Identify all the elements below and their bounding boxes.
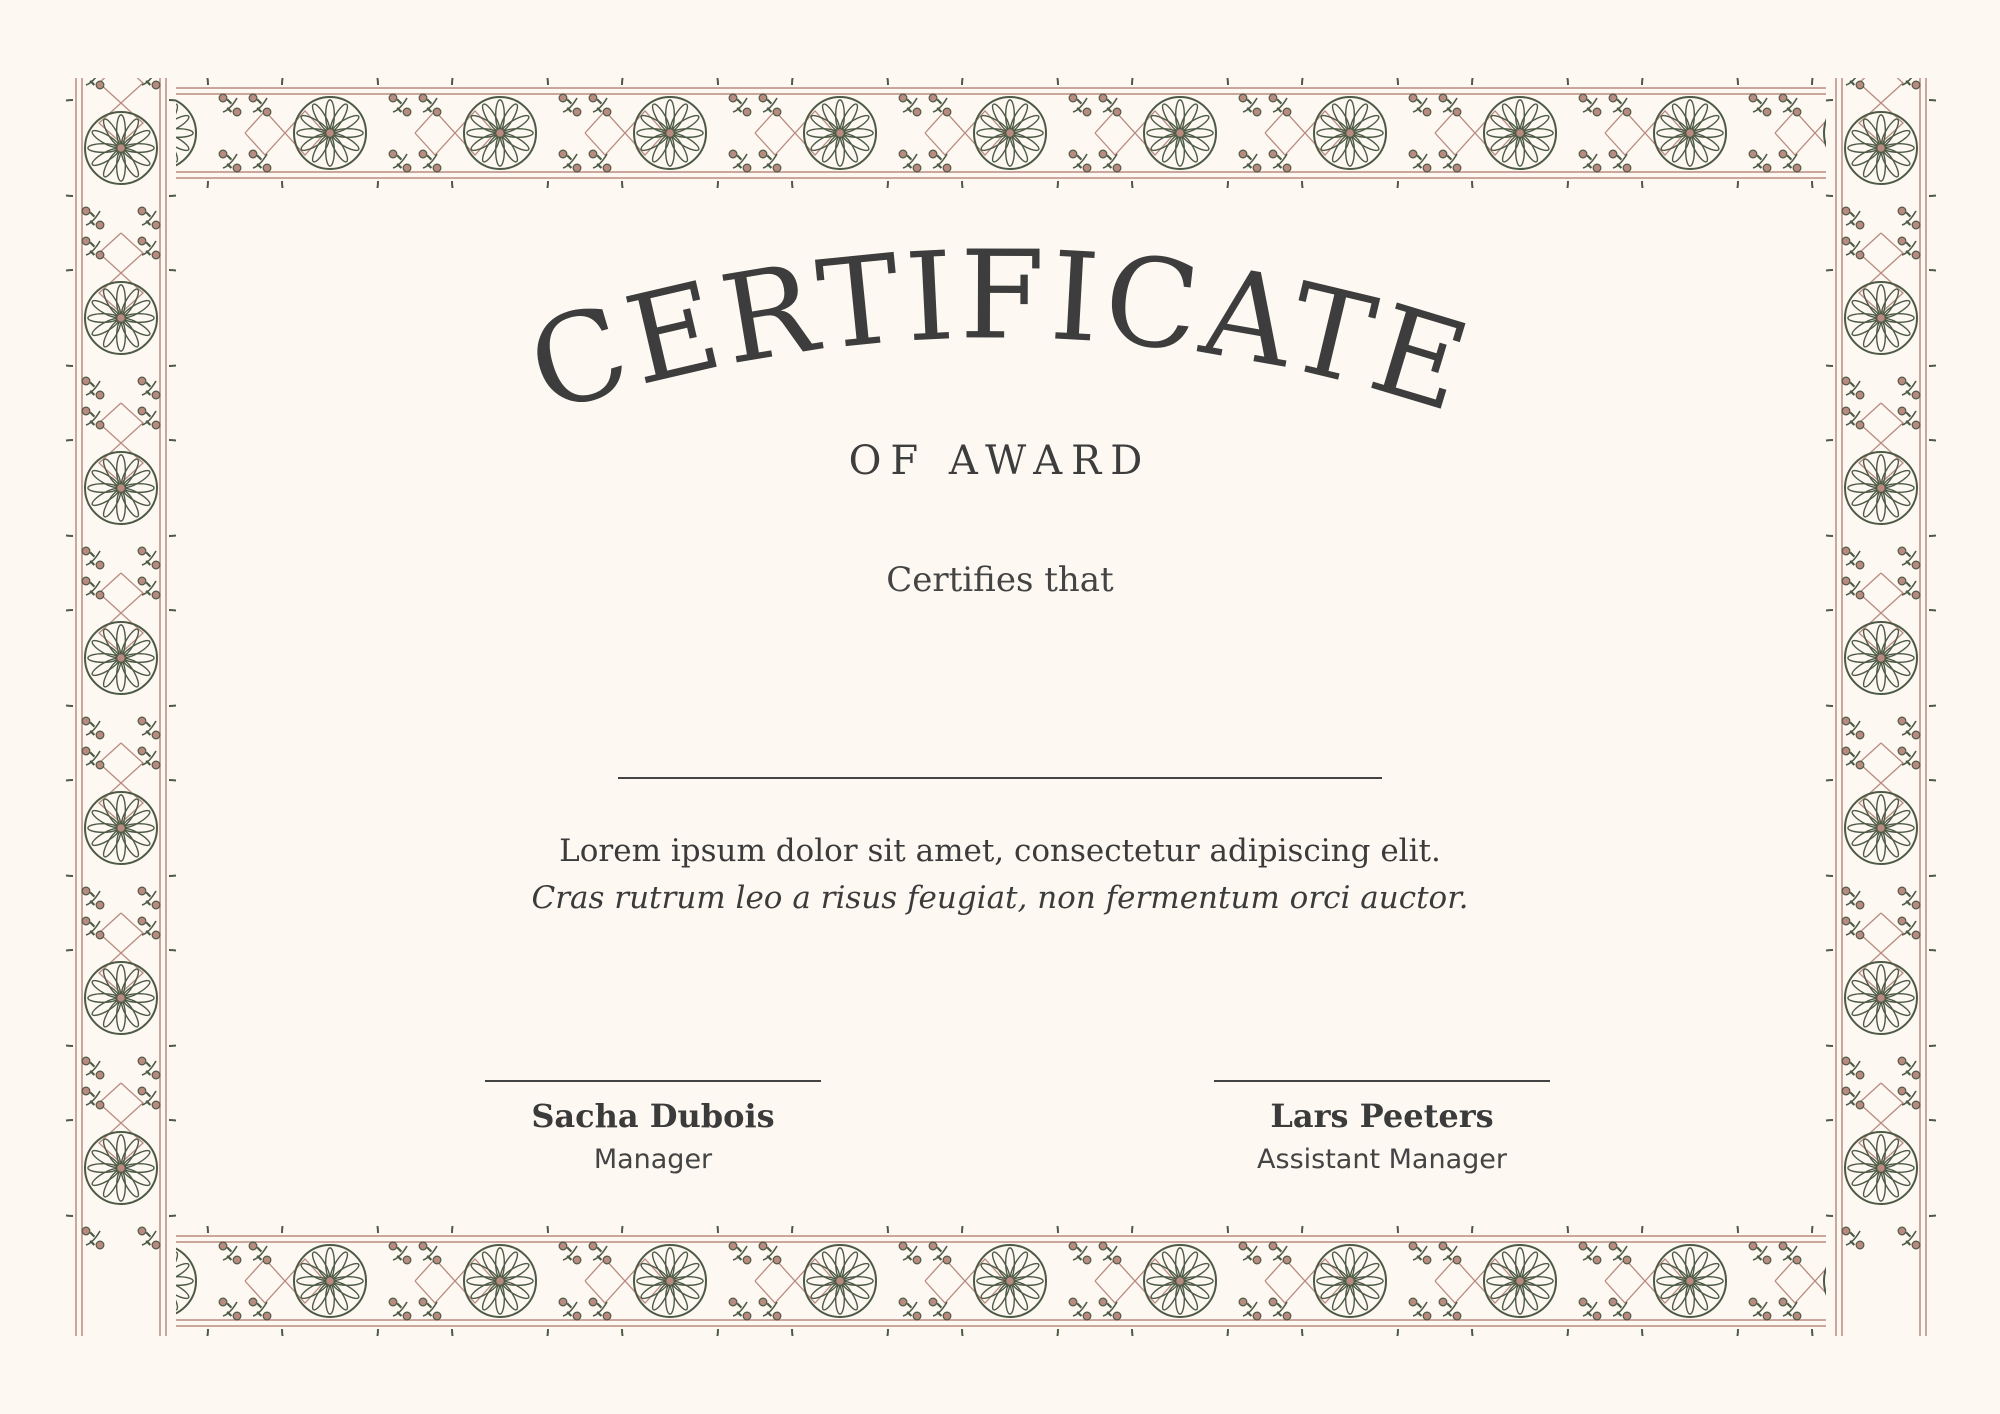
signature-block-left: Sacha Dubois Manager — [485, 1080, 821, 1182]
signature-line — [1214, 1080, 1550, 1082]
body-text-line-1: Lorem ipsum dolor sit amet, consectetur … — [559, 833, 1441, 869]
floral-border-right-icon — [1826, 78, 1936, 1336]
floral-border-left-icon — [66, 78, 176, 1336]
floral-border-top-icon — [70, 78, 1932, 188]
recipient-name-line — [618, 777, 1382, 779]
certificate-page: CERTIFICATE OF AWARD Certifies that Lore… — [0, 0, 2000, 1414]
certifies-text: Certifies that — [886, 560, 1114, 600]
certificate-title-wrap: CERTIFICATE — [400, 224, 1600, 460]
certificate-title: CERTIFICATE — [514, 230, 1487, 440]
signatory-role: Assistant Manager — [1257, 1144, 1507, 1175]
signatory-name: Sacha Dubois — [531, 1097, 775, 1135]
body-text-line-2: Cras rutrum leo a risus feugiat, non fer… — [531, 880, 1469, 916]
signatory-name: Lars Peeters — [1270, 1097, 1494, 1135]
signature-block-right: Lars Peeters Assistant Manager — [1214, 1080, 1550, 1182]
certificate-subtitle: OF AWARD — [848, 438, 1152, 484]
floral-border-bottom-icon — [70, 1226, 1932, 1336]
signatory-role: Manager — [593, 1144, 713, 1175]
signature-line — [485, 1080, 821, 1082]
